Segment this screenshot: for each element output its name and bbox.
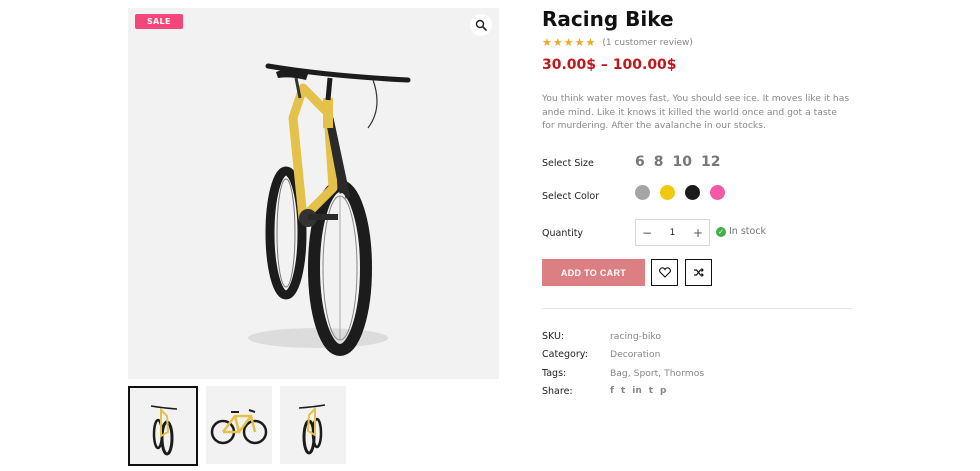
- rating: ★★★★★ (1 customer review): [542, 36, 693, 49]
- sku-label: SKU:: [542, 331, 565, 342]
- main-product-image[interactable]: SALE: [128, 8, 499, 379]
- quantity-input[interactable]: 1: [670, 228, 676, 238]
- size-option[interactable]: 8: [654, 154, 664, 170]
- bike-thumbnail: [210, 409, 268, 445]
- compare-button[interactable]: [685, 259, 712, 286]
- quantity-increase-button[interactable]: +: [692, 226, 704, 240]
- color-swatch-gray[interactable]: [635, 185, 650, 200]
- wishlist-button[interactable]: [651, 259, 678, 286]
- tumblr-icon[interactable]: t: [649, 386, 653, 396]
- color-swatch-yellow[interactable]: [660, 185, 675, 200]
- bike-thumbnail: [298, 404, 326, 455]
- product-title: Racing Bike: [542, 7, 674, 31]
- bike-thumbnail: [150, 405, 178, 456]
- search-icon: [475, 19, 487, 31]
- size-option[interactable]: 10: [673, 154, 692, 170]
- pinterest-icon[interactable]: p: [660, 386, 666, 396]
- twitter-icon[interactable]: t: [621, 386, 625, 396]
- color-swatch-black[interactable]: [685, 185, 700, 200]
- share-icons: f t in t p: [610, 386, 667, 396]
- check-circle-icon: ✓: [716, 226, 726, 237]
- stock-status: ✓ In stock: [716, 226, 766, 237]
- tags-label: Tags:: [542, 368, 567, 379]
- thumbnail-rear[interactable]: [280, 386, 346, 464]
- quantity-label: Quantity: [542, 228, 584, 239]
- color-swatch-pink[interactable]: [710, 185, 725, 200]
- size-option[interactable]: 6: [635, 154, 645, 170]
- thumbnail-side[interactable]: [206, 386, 272, 464]
- color-label: Select Color: [542, 191, 600, 202]
- add-to-cart-button[interactable]: ADD TO CART: [542, 259, 645, 286]
- divider: [542, 308, 852, 309]
- tags-links[interactable]: Bag, Sport, Thormos: [610, 368, 704, 379]
- category-label: Category:: [542, 349, 588, 360]
- color-selector: [635, 185, 725, 200]
- thumbnail-strip: [128, 386, 346, 466]
- facebook-icon[interactable]: f: [610, 386, 614, 396]
- zoom-button[interactable]: [470, 14, 492, 36]
- share-label: Share:: [542, 386, 573, 397]
- bike-image: [248, 63, 411, 356]
- linkedin-icon[interactable]: in: [632, 386, 642, 396]
- product-description: You think water moves fast, You should s…: [542, 93, 850, 131]
- quantity-stepper: − 1 +: [635, 219, 710, 246]
- heart-icon: [658, 267, 671, 278]
- star-rating-icons: ★★★★★: [542, 36, 597, 49]
- sku-value: racing-biko: [610, 331, 661, 342]
- size-selector: 6 8 10 12: [635, 154, 720, 170]
- size-label: Select Size: [542, 158, 594, 169]
- product-gallery: SALE: [128, 8, 499, 466]
- review-link[interactable]: (1 customer review): [602, 38, 693, 48]
- shuffle-icon: [694, 268, 704, 277]
- quantity-decrease-button[interactable]: −: [641, 226, 653, 240]
- size-option[interactable]: 12: [701, 154, 720, 170]
- stock-text: In stock: [729, 226, 767, 237]
- category-link[interactable]: Decoration: [610, 349, 660, 360]
- thumbnail-front[interactable]: [128, 386, 198, 466]
- product-price: 30.00$ – 100.00$: [542, 57, 677, 73]
